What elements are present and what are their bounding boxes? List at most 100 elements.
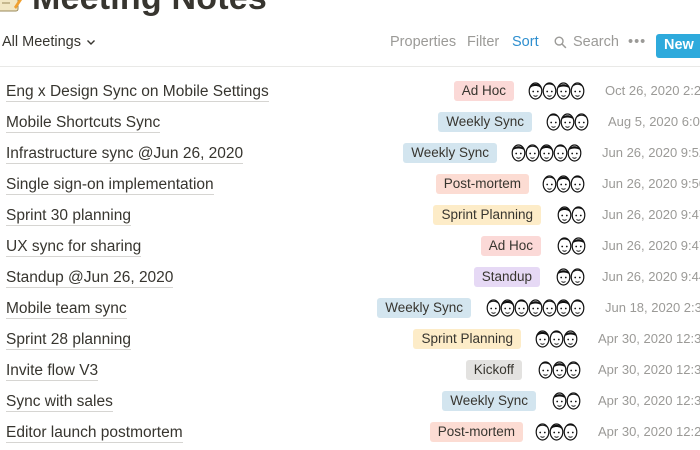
meeting-type-tag: Post-mortem (435, 174, 529, 194)
avatar (539, 144, 554, 162)
meeting-list: Eng x Design Sync on Mobile Settings Ad H… (0, 76, 700, 448)
avatar (570, 82, 585, 100)
meeting-type-tag: Weekly Sync (442, 391, 536, 411)
attendee-avatars (535, 421, 578, 443)
avatar (542, 299, 557, 317)
meeting-row[interactable]: Sprint 30 planning Sprint Planning Jun 26,… (0, 200, 700, 231)
avatar (556, 268, 571, 286)
avatar (556, 299, 571, 317)
view-switcher-label: All Meetings (2, 34, 81, 50)
meeting-date: Jun 26, 2020 9:47 (602, 238, 700, 253)
avatar (571, 206, 586, 224)
meeting-date: Jun 26, 2020 9:47 (602, 207, 700, 222)
database-toolbar: All Meetings Properties Filter Sort Sear… (0, 30, 700, 64)
attendee-avatars (511, 142, 582, 164)
avatar (553, 144, 568, 162)
attendee-avatars (486, 297, 585, 319)
meeting-title[interactable]: Single sign-on implementation (6, 175, 214, 195)
meeting-row[interactable]: Eng x Design Sync on Mobile Settings Ad H… (0, 76, 700, 107)
meeting-title[interactable]: Editor launch postmortem (6, 423, 183, 443)
meeting-row[interactable]: Invite flow V3 Kickoff Apr 30, 2020 12:32 (0, 355, 700, 386)
sort-button[interactable]: Sort (512, 34, 539, 50)
meeting-title[interactable]: Sprint 28 planning (6, 330, 131, 350)
avatar (486, 299, 501, 317)
attendee-avatars (528, 80, 585, 102)
avatar (542, 82, 557, 100)
meeting-title[interactable]: UX sync for sharing (6, 237, 142, 257)
avatar (574, 113, 589, 131)
meeting-row[interactable]: Standup @Jun 26, 2020 Standup Jun 26, 2020… (0, 262, 700, 293)
search-label: Search (573, 34, 619, 50)
properties-button[interactable]: Properties (390, 34, 456, 50)
page-header: Meeting Notes (0, 0, 267, 18)
avatar (535, 330, 550, 348)
meeting-date: Aug 5, 2020 6:00 (608, 114, 700, 129)
meeting-date: Apr 30, 2020 12:32 (598, 362, 700, 377)
divider (0, 66, 700, 67)
meeting-date: Apr 30, 2020 12:29 (598, 424, 700, 439)
meeting-title[interactable]: Mobile team sync (6, 299, 127, 319)
avatar (549, 330, 564, 348)
meeting-title[interactable]: Eng x Design Sync on Mobile Settings (6, 82, 269, 102)
avatar (570, 175, 585, 193)
meeting-type-tag: Ad Hoc (480, 236, 541, 256)
meeting-title[interactable]: Invite flow V3 (6, 361, 99, 381)
avatar (528, 82, 543, 100)
attendee-avatars (542, 173, 585, 195)
more-options-button[interactable]: ••• (628, 34, 646, 50)
avatar (511, 144, 526, 162)
attendee-avatars (557, 204, 586, 226)
meeting-date: Jun 26, 2020 9:50 (602, 176, 700, 191)
meeting-row[interactable]: Sprint 28 planning Sprint Planning Apr 30,… (0, 324, 700, 355)
new-button[interactable]: New (656, 34, 700, 58)
attendee-avatars (535, 328, 578, 350)
attendee-avatars (546, 111, 589, 133)
meeting-title[interactable]: Standup @Jun 26, 2020 (6, 268, 174, 288)
avatar (500, 299, 515, 317)
meeting-type-tag: Sprint Planning (413, 329, 521, 349)
meeting-type-tag: Weekly Sync (438, 112, 532, 132)
meeting-title[interactable]: Mobile Shortcuts Sync (6, 113, 161, 133)
meeting-row[interactable]: Single sign-on implementation Post-mortem… (0, 169, 700, 200)
avatar (560, 113, 575, 131)
avatar (542, 175, 557, 193)
meeting-row[interactable]: Mobile team sync Weekly Sync Jun 18, 2020 … (0, 293, 700, 324)
meeting-title[interactable]: Sprint 30 planning (6, 206, 131, 226)
avatar (549, 423, 564, 441)
meeting-date: Jun 26, 2020 9:52 (602, 145, 700, 160)
attendee-avatars (538, 359, 581, 381)
meeting-row[interactable]: Editor launch postmortem Post-mortem Apr 3… (0, 417, 700, 448)
notepad-icon (0, 0, 22, 12)
meeting-row[interactable]: Sync with sales Weekly Sync Apr 30, 2020 1… (0, 386, 700, 417)
avatar (570, 299, 585, 317)
search-button[interactable]: Search (554, 34, 619, 50)
avatar (567, 144, 582, 162)
avatar (556, 175, 571, 193)
meeting-date: Apr 30, 2020 12:31 (598, 393, 700, 408)
meeting-title[interactable]: Infrastructure sync @Jun 26, 2020 (6, 144, 244, 164)
avatar (566, 392, 581, 410)
meeting-row[interactable]: Infrastructure sync @Jun 26, 2020 Weekly … (0, 138, 700, 169)
filter-button[interactable]: Filter (467, 34, 499, 50)
attendee-avatars (552, 390, 581, 412)
meeting-title[interactable]: Sync with sales (6, 392, 113, 412)
meeting-row[interactable]: Mobile Shortcuts Sync Weekly Sync Aug 5, 2… (0, 107, 700, 138)
meeting-row[interactable]: UX sync for sharing Ad Hoc Jun 26, 2020 9:… (0, 231, 700, 262)
meeting-type-tag: Sprint Planning (433, 205, 541, 225)
avatar (535, 423, 550, 441)
meeting-date: Oct 26, 2020 2:21 (605, 83, 700, 98)
avatar (571, 237, 586, 255)
avatar (525, 144, 540, 162)
avatar (514, 299, 529, 317)
avatar (552, 392, 567, 410)
avatar (552, 361, 567, 379)
view-switcher[interactable]: All Meetings (2, 34, 96, 50)
meeting-type-tag: Weekly Sync (403, 143, 497, 163)
meeting-type-tag: Weekly Sync (377, 298, 471, 318)
avatar (556, 82, 571, 100)
meeting-date: Jun 18, 2020 2:32 (605, 300, 700, 315)
meeting-type-tag: Post-mortem (429, 422, 523, 442)
avatar (546, 113, 561, 131)
avatar (557, 206, 572, 224)
chevron-down-icon (86, 40, 95, 45)
